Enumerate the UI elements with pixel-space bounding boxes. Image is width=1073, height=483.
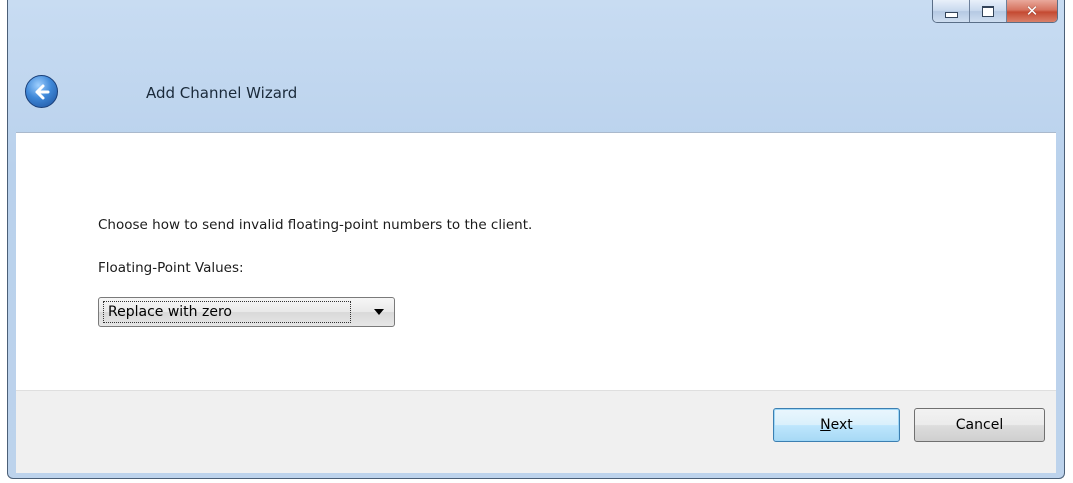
back-button[interactable]: [25, 75, 58, 108]
floating-point-values-label: Floating-Point Values:: [98, 260, 244, 276]
next-button[interactable]: Next: [773, 408, 900, 442]
wizard-header: Add Channel Wizard: [8, 36, 1064, 132]
wizard-title: Add Channel Wizard: [146, 84, 298, 102]
title-bar: ✕: [8, 0, 1064, 36]
next-button-label: ext: [830, 417, 853, 433]
minimize-button[interactable]: [933, 0, 970, 22]
wizard-page: Choose how to send invalid floating-poin…: [16, 132, 1056, 391]
wizard-window: ✕ Add Channel Wizard Choose how to send …: [7, 0, 1065, 479]
maximize-icon: [982, 5, 994, 17]
dropdown-selected-value: Replace with zero: [103, 301, 351, 323]
cancel-button[interactable]: Cancel: [914, 408, 1045, 442]
caption-buttons: ✕: [932, 0, 1058, 23]
floating-point-values-dropdown[interactable]: Replace with zero: [98, 297, 395, 327]
next-button-mnemonic: N: [820, 417, 831, 433]
instruction-text: Choose how to send invalid floating-poin…: [98, 217, 533, 233]
dropdown-arrow-icon: [374, 309, 384, 315]
maximize-button[interactable]: [970, 0, 1007, 22]
back-arrow-icon: [35, 84, 49, 99]
close-button[interactable]: ✕: [1007, 0, 1057, 22]
close-icon: ✕: [1025, 1, 1039, 20]
wizard-footer: Next Cancel: [16, 390, 1056, 473]
minimize-icon: [944, 11, 958, 18]
